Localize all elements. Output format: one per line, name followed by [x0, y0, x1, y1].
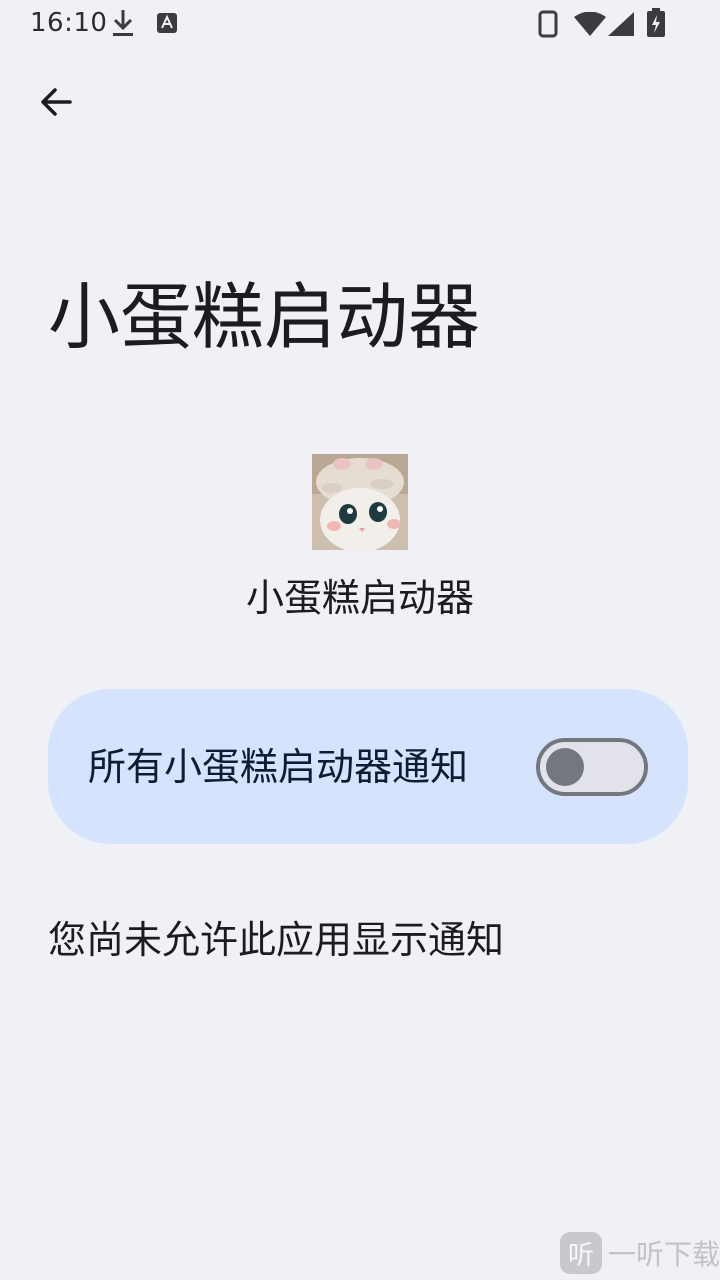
all-notifications-label: 所有小蛋糕启动器通知	[88, 745, 469, 789]
battery-charging-icon	[646, 8, 666, 42]
cat-photo-icon	[312, 454, 408, 550]
notifications-blocked-message: 您尚未允许此应用显示通知	[48, 918, 505, 962]
watermark: 听 一听下载	[560, 1232, 720, 1274]
phone-icon	[538, 10, 558, 42]
watermark-logo-icon: 听	[560, 1232, 602, 1274]
page-title: 小蛋糕启动器	[48, 275, 481, 359]
notifications-toggle[interactable]	[536, 738, 648, 796]
toggle-thumb	[546, 748, 584, 786]
download-icon	[110, 8, 136, 42]
status-bar: 16:10	[0, 0, 720, 48]
notification-settings-page: 16:10 小蛋糕启动器 小蛋糕启动器 所有小蛋糕启动器通知 您尚未允许此应用显…	[0, 0, 720, 1280]
all-notifications-setting[interactable]: 所有小蛋糕启动器通知	[48, 689, 688, 844]
signal-icon	[608, 12, 634, 40]
status-time: 16:10	[30, 8, 108, 38]
a-icon	[156, 12, 178, 38]
arrow-back-icon	[38, 84, 74, 124]
wifi-icon	[574, 11, 606, 40]
app-name: 小蛋糕启动器	[245, 576, 474, 620]
back-button[interactable]	[28, 76, 84, 132]
watermark-text: 一听下载	[608, 1238, 720, 1271]
